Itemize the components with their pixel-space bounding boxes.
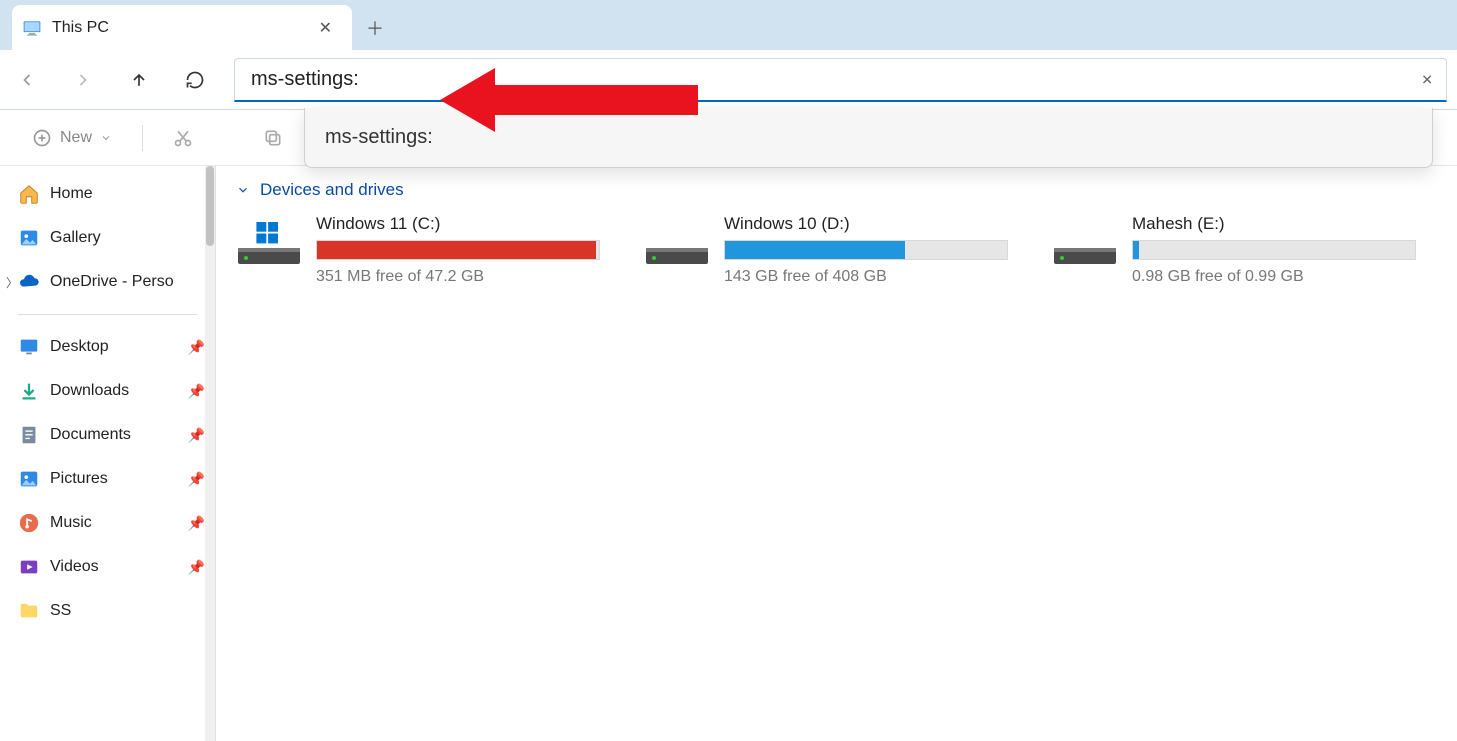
section-title: Devices and drives	[260, 180, 404, 200]
content-pane: Devices and drives Windows 11 (C:) 351 M…	[216, 166, 1457, 741]
sidebar-label: Desktop	[50, 338, 109, 356]
sidebar-item-gallery[interactable]: Gallery	[0, 216, 215, 260]
address-bar-input[interactable]	[234, 58, 1447, 102]
drive-free-text: 351 MB free of 47.2 GB	[316, 268, 606, 286]
address-row: ✕	[0, 50, 1457, 110]
sidebar-label: Videos	[50, 558, 99, 576]
gallery-icon	[18, 227, 40, 249]
pin-icon[interactable]: 📌	[188, 471, 205, 488]
sidebar-item-home[interactable]: Home	[0, 172, 215, 216]
monitor-icon	[22, 18, 42, 38]
drive-name: Windows 10 (D:)	[724, 214, 1014, 234]
drive-name: Windows 11 (C:)	[316, 214, 606, 234]
sidebar-item-pictures[interactable]: Pictures 📌	[0, 457, 215, 501]
back-button[interactable]	[10, 63, 44, 97]
sidebar-label: SS	[50, 602, 71, 620]
home-icon	[18, 183, 40, 205]
pin-icon[interactable]: 📌	[188, 339, 205, 356]
document-icon	[18, 424, 40, 446]
toolbar-divider	[142, 125, 143, 151]
drive-free-text: 143 GB free of 408 GB	[724, 268, 1014, 286]
new-button[interactable]: New	[20, 120, 124, 156]
pin-icon[interactable]: 📌	[188, 383, 205, 400]
drive-free-text: 0.98 GB free of 0.99 GB	[1132, 268, 1422, 286]
sidebar-item-ss[interactable]: SS	[0, 589, 215, 633]
drive-item[interactable]: Windows 11 (C:) 351 MB free of 47.2 GB	[236, 214, 606, 286]
drive-item[interactable]: Mahesh (E:) 0.98 GB free of 0.99 GB	[1052, 214, 1422, 286]
sidebar-item-videos[interactable]: Videos 📌	[0, 545, 215, 589]
chevron-right-icon[interactable]: 〉	[6, 274, 18, 291]
drive-usage-bar	[724, 240, 1008, 260]
sidebar-label: Pictures	[50, 470, 108, 488]
pin-icon[interactable]: 📌	[188, 427, 205, 444]
drive-info: Mahesh (E:) 0.98 GB free of 0.99 GB	[1132, 214, 1422, 286]
tab-this-pc[interactable]: This PC ✕	[12, 5, 352, 50]
sidebar-label: Home	[50, 185, 93, 203]
folder-icon	[18, 600, 40, 622]
main-area: Home Gallery 〉 OneDrive - Perso Desktop …	[0, 166, 1457, 741]
drive-info: Windows 11 (C:) 351 MB free of 47.2 GB	[316, 214, 606, 286]
drives-grid: Windows 11 (C:) 351 MB free of 47.2 GB W…	[236, 214, 1437, 286]
new-button-label: New	[60, 129, 92, 147]
drive-icon	[236, 214, 302, 286]
tab-title: This PC	[52, 19, 109, 37]
drive-usage-bar	[1132, 240, 1416, 260]
sidebar-item-documents[interactable]: Documents 📌	[0, 413, 215, 457]
drive-info: Windows 10 (D:) 143 GB free of 408 GB	[724, 214, 1014, 286]
drive-icon	[644, 214, 710, 286]
tab-close-icon[interactable]: ✕	[311, 14, 340, 42]
sidebar-label: Gallery	[50, 229, 101, 247]
new-tab-button[interactable]: ＋	[352, 5, 398, 50]
annotation-arrow	[440, 60, 700, 145]
drive-icon	[1052, 214, 1118, 286]
copy-button[interactable]	[251, 120, 295, 156]
address-bar-container: ✕	[234, 58, 1447, 102]
sidebar-scrollbar[interactable]	[205, 166, 215, 741]
cut-button[interactable]	[161, 120, 205, 156]
navigation-pane: Home Gallery 〉 OneDrive - Perso Desktop …	[0, 166, 216, 741]
up-button[interactable]	[122, 63, 156, 97]
forward-button[interactable]	[66, 63, 100, 97]
desktop-icon	[18, 336, 40, 358]
clear-address-icon[interactable]: ✕	[1421, 71, 1433, 88]
chevron-down-icon	[236, 183, 250, 197]
video-icon	[18, 556, 40, 578]
sidebar-item-onedrive[interactable]: 〉 OneDrive - Perso	[0, 260, 215, 304]
sidebar-label: Downloads	[50, 382, 129, 400]
sidebar-label: OneDrive - Perso	[50, 273, 174, 291]
sidebar-label: Documents	[50, 426, 131, 444]
refresh-button[interactable]	[178, 63, 212, 97]
download-icon	[18, 380, 40, 402]
pictures-icon	[18, 468, 40, 490]
drive-item[interactable]: Windows 10 (D:) 143 GB free of 408 GB	[644, 214, 1014, 286]
pin-icon[interactable]: 📌	[188, 559, 205, 576]
cloud-icon	[18, 271, 40, 293]
pin-icon[interactable]: 📌	[188, 515, 205, 532]
sidebar-item-music[interactable]: Music 📌	[0, 501, 215, 545]
music-icon	[18, 512, 40, 534]
drive-usage-bar	[316, 240, 600, 260]
sidebar-label: Music	[50, 514, 92, 532]
section-header[interactable]: Devices and drives	[236, 180, 1437, 200]
sidebar-item-desktop[interactable]: Desktop 📌	[0, 325, 215, 369]
sidebar-separator	[18, 314, 197, 315]
sidebar-item-downloads[interactable]: Downloads 📌	[0, 369, 215, 413]
drive-name: Mahesh (E:)	[1132, 214, 1422, 234]
titlebar: This PC ✕ ＋	[0, 0, 1457, 50]
